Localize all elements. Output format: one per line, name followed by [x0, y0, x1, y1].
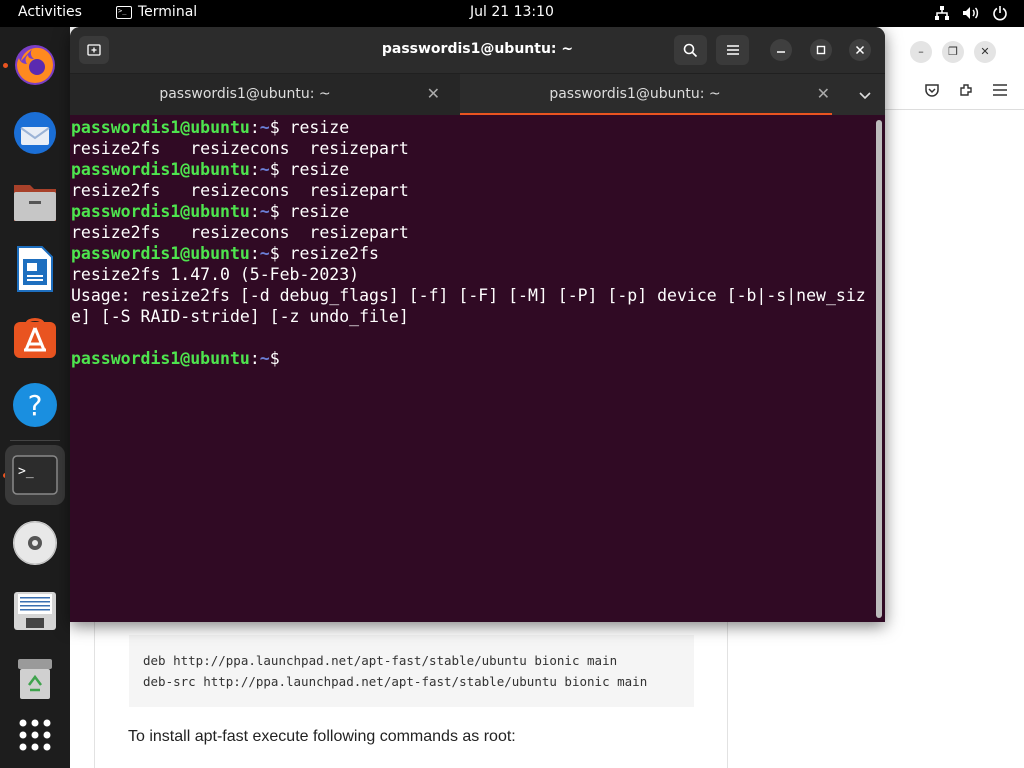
hamburger-menu-icon[interactable]	[992, 82, 1008, 102]
prompt-dollar: $	[269, 349, 290, 368]
browser-close-button[interactable]: ✕	[974, 41, 996, 63]
prompt-path: ~	[259, 160, 270, 179]
thunderbird-icon[interactable]	[5, 103, 65, 163]
prompt-user: passwordis1@ubuntu	[71, 160, 250, 179]
power-icon[interactable]	[992, 5, 1008, 21]
prompt-dollar: $	[269, 160, 290, 179]
prompt-path: ~	[259, 202, 270, 221]
output-line: resize2fs resizecons resizepart	[71, 223, 409, 242]
show-apps-icon[interactable]	[5, 705, 65, 765]
tab-2[interactable]: passwordis1@ubuntu: ~ ✕	[460, 74, 850, 116]
trash-icon[interactable]	[5, 649, 65, 709]
output-line: Usage: resize2fs [-d debug_flags] [-f] […	[71, 286, 866, 305]
close-button[interactable]	[849, 39, 871, 61]
browser-minimize-button[interactable]: –	[910, 41, 932, 63]
command-text: resize	[289, 202, 350, 221]
output-line: resize2fs 1.47.0 (5-Feb-2023)	[71, 265, 360, 284]
prompt-separator: :	[249, 202, 260, 221]
code-line: deb http://ppa.launchpad.net/apt-fast/st…	[143, 653, 618, 668]
tab-label: passwordis1@ubuntu: ~	[549, 86, 721, 102]
prompt-line: passwordis1@ubuntu:~$	[71, 348, 885, 369]
network-icon[interactable]	[934, 5, 950, 21]
code-line: deb-src http://ppa.launchpad.net/apt-fas…	[143, 674, 648, 689]
software-icon[interactable]	[5, 307, 65, 367]
dock-separator	[10, 440, 60, 441]
app-menu[interactable]: >_ Terminal	[116, 4, 197, 20]
prompt-dollar: $	[269, 244, 290, 263]
code-block: deb http://ppa.launchpad.net/apt-fast/st…	[129, 635, 694, 707]
pocket-icon[interactable]	[924, 82, 940, 102]
dock: ? >_	[0, 27, 70, 768]
article-paragraph: To install apt-fast execute following co…	[128, 728, 516, 745]
prompt-line: passwordis1@ubuntu:~$ resize	[71, 117, 885, 138]
prompt-user: passwordis1@ubuntu	[71, 244, 250, 263]
terminal-headerbar[interactable]: passwordis1@ubuntu: ~	[70, 27, 885, 73]
output-line: e] [-S RAID-stride] [-z undo_file]	[71, 307, 409, 326]
prompt-path: ~	[259, 244, 270, 263]
menu-button[interactable]	[716, 35, 749, 65]
prompt-separator: :	[249, 349, 260, 368]
prompt-path: ~	[259, 118, 270, 137]
terminal-output[interactable]: passwordis1@ubuntu:~$ resize resize2fs re…	[70, 115, 885, 622]
prompt-line: passwordis1@ubuntu:~$ resize	[71, 201, 885, 222]
writer-icon[interactable]	[5, 239, 65, 299]
output-line: resize2fs resizecons resizepart	[71, 181, 409, 200]
activities-button[interactable]: Activities	[18, 4, 82, 20]
system-tray[interactable]	[934, 5, 1008, 21]
prompt-separator: :	[249, 244, 260, 263]
tab-1[interactable]: passwordis1@ubuntu: ~ ✕	[70, 74, 460, 116]
top-bar: Activities >_ Terminal Jul 21 13:10	[0, 0, 1024, 27]
minimize-button[interactable]	[770, 39, 792, 61]
firefox-icon[interactable]	[5, 35, 65, 95]
tab-label: passwordis1@ubuntu: ~	[159, 86, 331, 102]
extensions-icon[interactable]	[958, 82, 974, 102]
document-viewer-icon[interactable]	[5, 581, 65, 641]
terminal-window: passwordis1@ubuntu: ~ passwordis1@ubuntu…	[70, 27, 885, 622]
hamburger-icon	[726, 45, 739, 55]
prompt-dollar: $	[269, 118, 290, 137]
scrollbar[interactable]	[876, 120, 882, 618]
volume-icon[interactable]	[962, 5, 980, 21]
chevron-down-icon[interactable]	[859, 85, 871, 104]
tab-bar: passwordis1@ubuntu: ~ ✕ passwordis1@ubun…	[70, 73, 885, 116]
disc-icon[interactable]	[5, 513, 65, 573]
command-text: resize	[289, 118, 350, 137]
prompt-line: passwordis1@ubuntu:~$ resize	[71, 159, 885, 180]
command-text: resize	[289, 160, 350, 179]
command-text: resize2fs	[289, 244, 379, 263]
browser-maximize-button[interactable]: ❐	[942, 41, 964, 63]
tab-close-icon[interactable]: ✕	[427, 84, 440, 103]
tab-close-icon[interactable]: ✕	[817, 84, 830, 103]
prompt-user: passwordis1@ubuntu	[71, 202, 250, 221]
terminal-app-icon: >_	[116, 5, 132, 19]
svg-text:>_: >_	[18, 464, 34, 479]
files-icon[interactable]	[5, 171, 65, 231]
prompt-user: passwordis1@ubuntu	[71, 118, 250, 137]
svg-text:?: ?	[28, 389, 43, 422]
terminal-icon[interactable]: >_	[5, 445, 65, 505]
search-button[interactable]	[674, 35, 707, 65]
prompt-dollar: $	[269, 202, 290, 221]
help-icon[interactable]: ?	[5, 375, 65, 435]
search-icon	[683, 43, 698, 57]
app-menu-label: Terminal	[138, 4, 198, 20]
output-line: resize2fs resizecons resizepart	[71, 139, 409, 158]
clock[interactable]: Jul 21 13:10	[470, 4, 554, 20]
prompt-user: passwordis1@ubuntu	[71, 349, 250, 368]
prompt-separator: :	[249, 118, 260, 137]
window-title: passwordis1@ubuntu: ~	[381, 41, 574, 57]
maximize-button[interactable]	[810, 39, 832, 61]
prompt-separator: :	[249, 160, 260, 179]
prompt-line: passwordis1@ubuntu:~$ resize2fs	[71, 243, 885, 264]
prompt-path: ~	[259, 349, 270, 368]
